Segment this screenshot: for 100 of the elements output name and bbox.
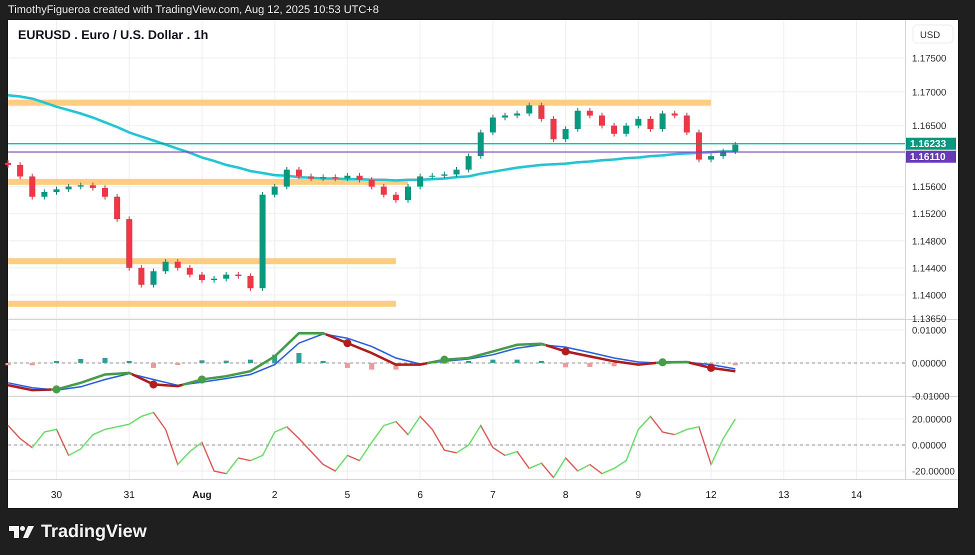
histogram-bar	[466, 360, 472, 363]
histogram-bar	[587, 362, 592, 367]
price-axis-label: -20.00000	[912, 466, 955, 478]
candle	[198, 271, 205, 284]
ref-line-label: 1.16233	[910, 139, 947, 150]
price-tag: 1.16110	[906, 150, 956, 164]
candle	[647, 116, 654, 132]
candle	[332, 174, 338, 182]
candle	[162, 258, 169, 274]
candle	[490, 114, 496, 136]
histogram-bar	[612, 362, 617, 366]
candle	[138, 264, 144, 288]
ref-line-label: 1.16110	[910, 152, 946, 164]
date-label: Aug	[192, 490, 212, 501]
candle	[454, 166, 460, 178]
candle	[186, 264, 193, 278]
candle	[102, 184, 108, 200]
candle	[211, 275, 218, 284]
candle	[684, 112, 690, 136]
date-label: 5	[344, 490, 350, 501]
price-axis-label: 1.14400	[912, 263, 946, 274]
candle	[344, 172, 350, 182]
histogram-bar	[30, 362, 35, 366]
price-axis-label: 1.14800	[912, 236, 946, 248]
candle	[672, 110, 678, 119]
date-label: 2	[272, 490, 278, 501]
candle	[526, 102, 532, 117]
histogram-bar	[563, 362, 568, 368]
candle	[150, 268, 156, 288]
price-axis-label: 1.17500	[912, 53, 946, 64]
histogram-bar	[636, 362, 641, 366]
date-label: 14	[850, 490, 862, 501]
histogram-bar	[490, 360, 496, 363]
candle	[114, 194, 120, 222]
price-axis-label: 0.00000	[912, 358, 946, 370]
candle	[623, 122, 630, 137]
candle	[320, 174, 326, 182]
candle	[78, 182, 84, 190]
candle	[53, 186, 60, 196]
currency-label: USD	[912, 24, 954, 44]
date-label: 12	[706, 490, 717, 501]
date-label: 31	[124, 490, 135, 501]
point	[198, 375, 206, 384]
chart-title: EURUSD . Euro / U.S. Dollar . 1h	[18, 28, 208, 42]
histogram-bar	[224, 360, 229, 363]
candle	[247, 272, 254, 292]
candle	[720, 148, 726, 160]
date-label: 6	[417, 490, 423, 501]
histogram-bar	[296, 353, 302, 363]
candle	[478, 129, 484, 160]
histogram-bar	[78, 359, 84, 363]
histogram-bar	[150, 362, 156, 368]
candle	[126, 216, 132, 272]
candle	[392, 192, 399, 204]
histogram-bar	[248, 360, 253, 363]
candle	[356, 172, 363, 184]
price-axis-label: -0.01000	[912, 392, 950, 402]
candle	[380, 183, 387, 198]
histogram-bar	[320, 360, 326, 363]
candle	[574, 108, 581, 132]
histogram-bar	[6, 362, 10, 366]
histogram-bar	[514, 360, 520, 363]
histogram-bar	[538, 360, 544, 363]
candle	[417, 173, 424, 190]
histogram-bar	[272, 354, 278, 363]
price-axis-label: 1.15200	[912, 209, 946, 220]
candle	[272, 183, 278, 198]
point	[52, 385, 60, 394]
candle	[502, 112, 508, 121]
logo-icon	[9, 524, 35, 538]
histogram-bar	[199, 360, 204, 363]
price-tag: 1.16233	[906, 138, 956, 150]
date-label: 30	[50, 490, 62, 501]
histogram-bar	[54, 360, 59, 363]
histogram-bar	[126, 360, 132, 363]
date-label: 13	[778, 490, 790, 501]
candle	[611, 122, 618, 137]
candle	[732, 141, 738, 155]
candle	[368, 176, 375, 190]
histogram-bar	[393, 362, 398, 370]
candle	[235, 271, 242, 280]
price-axis-label: 20.00000	[912, 414, 952, 426]
point	[658, 358, 667, 366]
candle	[174, 258, 181, 272]
histogram-bar	[175, 362, 180, 365]
candle	[514, 110, 520, 119]
price-axis-label: 1.13650	[912, 314, 946, 326]
date-label: 9	[636, 490, 642, 501]
candle	[538, 102, 544, 122]
candle	[284, 166, 290, 190]
candle	[5, 160, 11, 168]
candle	[296, 166, 302, 180]
candle	[466, 152, 472, 173]
logo-text: TradingView	[41, 521, 147, 542]
candle	[405, 183, 412, 204]
candle	[29, 173, 36, 200]
price-axis-label: 0.01000	[912, 325, 946, 336]
candle	[90, 182, 96, 192]
candle	[708, 152, 714, 163]
histogram-bar	[344, 362, 350, 368]
